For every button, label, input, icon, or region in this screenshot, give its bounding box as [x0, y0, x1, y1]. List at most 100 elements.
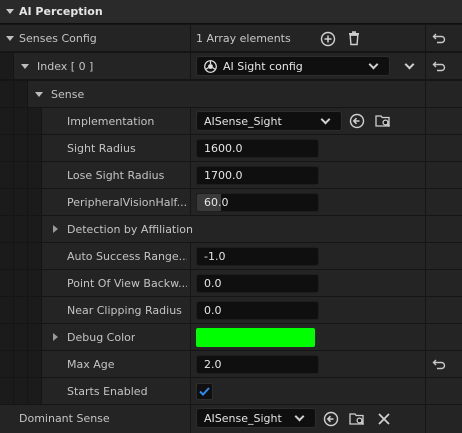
- indent-guide: [14, 108, 27, 134]
- chevron-down-icon: [368, 59, 379, 70]
- expand-arrow-icon[interactable]: [35, 92, 43, 97]
- indent-guide: [0, 189, 13, 215]
- indent-guide: [28, 270, 41, 296]
- row-sense: Sense: [0, 81, 462, 108]
- auto-success-range-label: Auto Success Range...: [67, 250, 187, 263]
- expand-arrow-icon[interactable]: [53, 333, 58, 341]
- expand-arrow-icon[interactable]: [21, 64, 29, 69]
- indent-guide: [14, 216, 27, 242]
- reset-cell: [426, 216, 462, 242]
- peripheral-vision-slider[interactable]: 60.0: [196, 193, 319, 212]
- reset-cell: [426, 270, 462, 296]
- name-cell: [42, 351, 190, 377]
- lose-sight-radius-label: Lose Sight Radius: [67, 169, 165, 182]
- indent-guide: [28, 135, 41, 161]
- reset-cell: [426, 81, 462, 107]
- trash-icon[interactable]: [346, 30, 362, 46]
- indent-guide: [14, 189, 27, 215]
- checkmark-icon: [199, 387, 210, 396]
- name-cell: [28, 81, 425, 107]
- asset-type-icon: [204, 60, 217, 73]
- add-element-icon[interactable]: [320, 31, 336, 47]
- indent-guide: [28, 324, 41, 350]
- indent-guide: [28, 351, 41, 377]
- indent-guide: [14, 297, 27, 323]
- expand-arrow-icon[interactable]: [6, 36, 14, 41]
- chevron-down-icon: [320, 114, 331, 125]
- sight-radius-input[interactable]: 1600.0: [196, 139, 319, 158]
- reset-cell: [426, 162, 462, 188]
- indent-guide: [28, 189, 41, 215]
- sight-radius-label: Sight Radius: [67, 142, 136, 155]
- indent-guide: [0, 162, 13, 188]
- details-panel: AI Perception Senses Config 1 Array elem…: [0, 0, 462, 433]
- max-age-label: Max Age: [67, 358, 115, 371]
- combo-value: AISense_Sight: [204, 412, 282, 425]
- indent-guide: [14, 378, 27, 404]
- detection-by-affiliation-label: Detection by Affiliation: [67, 223, 194, 236]
- indent-guide: [14, 81, 27, 107]
- row-peripheral-vision: PeripheralVisionHalf... 60.0: [0, 189, 462, 216]
- row-detection-by-affiliation: Detection by Affiliation: [0, 216, 462, 243]
- lose-sight-radius-input[interactable]: 1700.0: [196, 166, 319, 185]
- indent-guide: [14, 324, 27, 350]
- row-point-of-view-backward: Point Of View Backw... 0.0: [0, 270, 462, 297]
- indent-guide: [0, 53, 13, 79]
- reset-to-default-icon[interactable]: [432, 31, 446, 45]
- indent-guide: [0, 378, 13, 404]
- browse-arrow-icon[interactable]: [323, 411, 339, 427]
- dominant-sense-label: Dominant Sense: [19, 412, 110, 425]
- indent-guide: [0, 108, 13, 134]
- browse-arrow-icon[interactable]: [349, 113, 365, 129]
- clear-icon[interactable]: [376, 411, 392, 427]
- near-clipping-radius-input[interactable]: 0.0: [196, 301, 319, 320]
- indent-guide: [0, 270, 13, 296]
- reset-to-default-icon[interactable]: [432, 59, 446, 73]
- index-label: Index [ 0 ]: [37, 60, 94, 73]
- dominant-sense-combo[interactable]: AISense_Sight: [196, 408, 316, 428]
- sense-config-combo[interactable]: AI Sight config: [196, 56, 390, 76]
- point-of-view-backward-label: Point Of View Backw...: [67, 277, 187, 290]
- indent-guide: [28, 378, 41, 404]
- sense-label: Sense: [51, 88, 85, 101]
- reset-cell: [426, 108, 462, 134]
- row-starts-enabled: Starts Enabled: [0, 378, 462, 405]
- indent-guide: [28, 243, 41, 269]
- implementation-combo[interactable]: AISense_Sight: [196, 111, 342, 131]
- reset-to-default-icon[interactable]: [432, 357, 446, 371]
- expand-arrow-icon[interactable]: [53, 225, 58, 233]
- point-of-view-backward-input[interactable]: 0.0: [196, 274, 319, 293]
- row-senses-config: Senses Config 1 Array elements: [0, 25, 462, 52]
- reset-cell: [426, 297, 462, 323]
- row-debug-color: Debug Color: [0, 324, 462, 351]
- auto-success-range-input[interactable]: -1.0: [196, 247, 319, 266]
- reset-cell: [426, 378, 462, 404]
- find-in-browser-icon[interactable]: [375, 113, 391, 129]
- row-implementation: Implementation AISense_Sight: [0, 108, 462, 135]
- indent-guide: [0, 135, 13, 161]
- starts-enabled-checkbox[interactable]: [196, 383, 213, 400]
- combo-value: AISense_Sight: [204, 115, 282, 128]
- reset-cell: [426, 135, 462, 161]
- senses-config-label: Senses Config: [19, 32, 97, 45]
- ai-perception-category[interactable]: AI Perception: [0, 0, 462, 24]
- indent-guide: [28, 108, 41, 134]
- indent-guide: [14, 243, 27, 269]
- indent-guide: [14, 162, 27, 188]
- reset-cell: [426, 189, 462, 215]
- reset-cell: [426, 405, 462, 433]
- category-title: AI Perception: [19, 5, 103, 18]
- row-near-clipping-radius: Near Clipping Radius 0.0: [0, 297, 462, 324]
- peripheral-vision-label: PeripheralVisionHalf...: [67, 196, 187, 209]
- row-index-0: Index [ 0 ] AI Sight config: [0, 53, 462, 80]
- debug-color-swatch[interactable]: [196, 328, 315, 347]
- find-in-browser-icon[interactable]: [349, 411, 365, 427]
- indent-guide: [14, 351, 27, 377]
- starts-enabled-label: Starts Enabled: [67, 385, 148, 398]
- row-max-age: Max Age 2.0: [0, 351, 462, 378]
- max-age-input[interactable]: 2.0: [196, 355, 319, 374]
- reset-cell: [426, 324, 462, 350]
- indent-guide: [0, 81, 13, 107]
- collapse-arrow-icon[interactable]: [6, 9, 14, 14]
- debug-color-label: Debug Color: [67, 331, 136, 344]
